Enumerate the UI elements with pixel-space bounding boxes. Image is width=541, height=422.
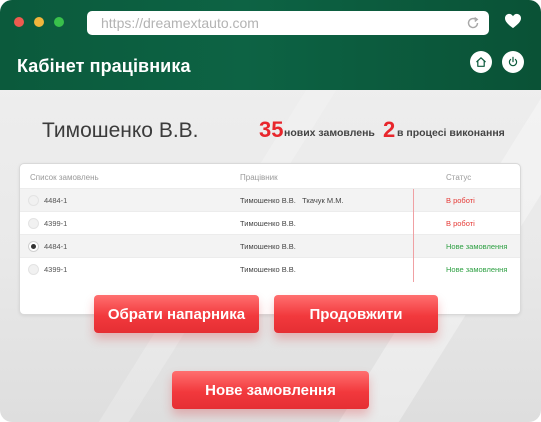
reload-icon[interactable] [466,16,480,30]
home-button[interactable] [470,51,492,73]
order-status: Нове замовлення [446,265,508,274]
continue-button[interactable]: Продовжити [274,295,438,333]
order-status: В роботі [446,196,475,205]
page-title: Кабінет працівника [17,56,191,76]
maximize-window-dot[interactable] [54,17,64,27]
address-bar[interactable]: https://dreamextauto.com [87,11,489,35]
employee-name: Тимошенко В.В. [42,119,199,142]
table-row[interactable]: 4484-1 Тимошенко В.В. Ткачук М.М. В робо… [20,188,520,211]
order-status: В роботі [446,219,475,228]
table-row[interactable]: 4399-1 Тимошенко В.В. Нове замовлення [20,257,520,280]
column-divider [413,189,414,282]
logout-button[interactable] [502,51,524,73]
order-id: 4484-1 [44,242,68,251]
new-orders-label: нових замовлень [284,127,375,139]
in-progress-count: 2 [383,117,396,142]
column-header-worker: Працівник [240,173,278,182]
home-icon [476,57,486,67]
app-window: https://dreamextauto.com Кабінет працівн… [0,0,541,422]
order-worker: Тимошенко В.В. [240,219,296,228]
minimize-window-dot[interactable] [34,17,44,27]
close-window-dot[interactable] [14,17,24,27]
new-orders-count: 35 [259,117,284,142]
row-select-radio[interactable] [28,195,39,206]
in-progress-label: в процесі виконання [397,127,505,139]
choose-partner-button[interactable]: Обрати напарника [94,295,259,333]
column-header-status: Статус [446,173,472,182]
new-order-button[interactable]: Нове замовлення [172,371,369,409]
row-select-radio[interactable] [28,241,39,252]
order-worker: Тимошенко В.В. Ткачук М.М. [240,196,344,205]
order-status: Нове замовлення [446,242,508,251]
order-id: 4399-1 [44,265,68,274]
row-select-radio[interactable] [28,218,39,229]
order-id: 4399-1 [44,219,68,228]
orders-table: Список замовлень Працівник Статус 4484-1… [19,163,521,315]
row-select-radio[interactable] [28,264,39,275]
order-worker: Тимошенко В.В. [240,242,296,251]
table-row[interactable]: 4399-1 Тимошенко В.В. В роботі [20,211,520,234]
order-worker: Тимошенко В.В. [240,265,296,274]
column-header-orders: Список замовлень [30,173,99,182]
url-text: https://dreamextauto.com [101,15,259,31]
heart-icon[interactable] [504,13,522,29]
table-row[interactable]: 4484-1 Тимошенко В.В. Нове замовлення [20,234,520,257]
order-id: 4484-1 [44,196,68,205]
power-icon [508,56,518,67]
header-bar: https://dreamextauto.com Кабінет працівн… [0,0,541,90]
